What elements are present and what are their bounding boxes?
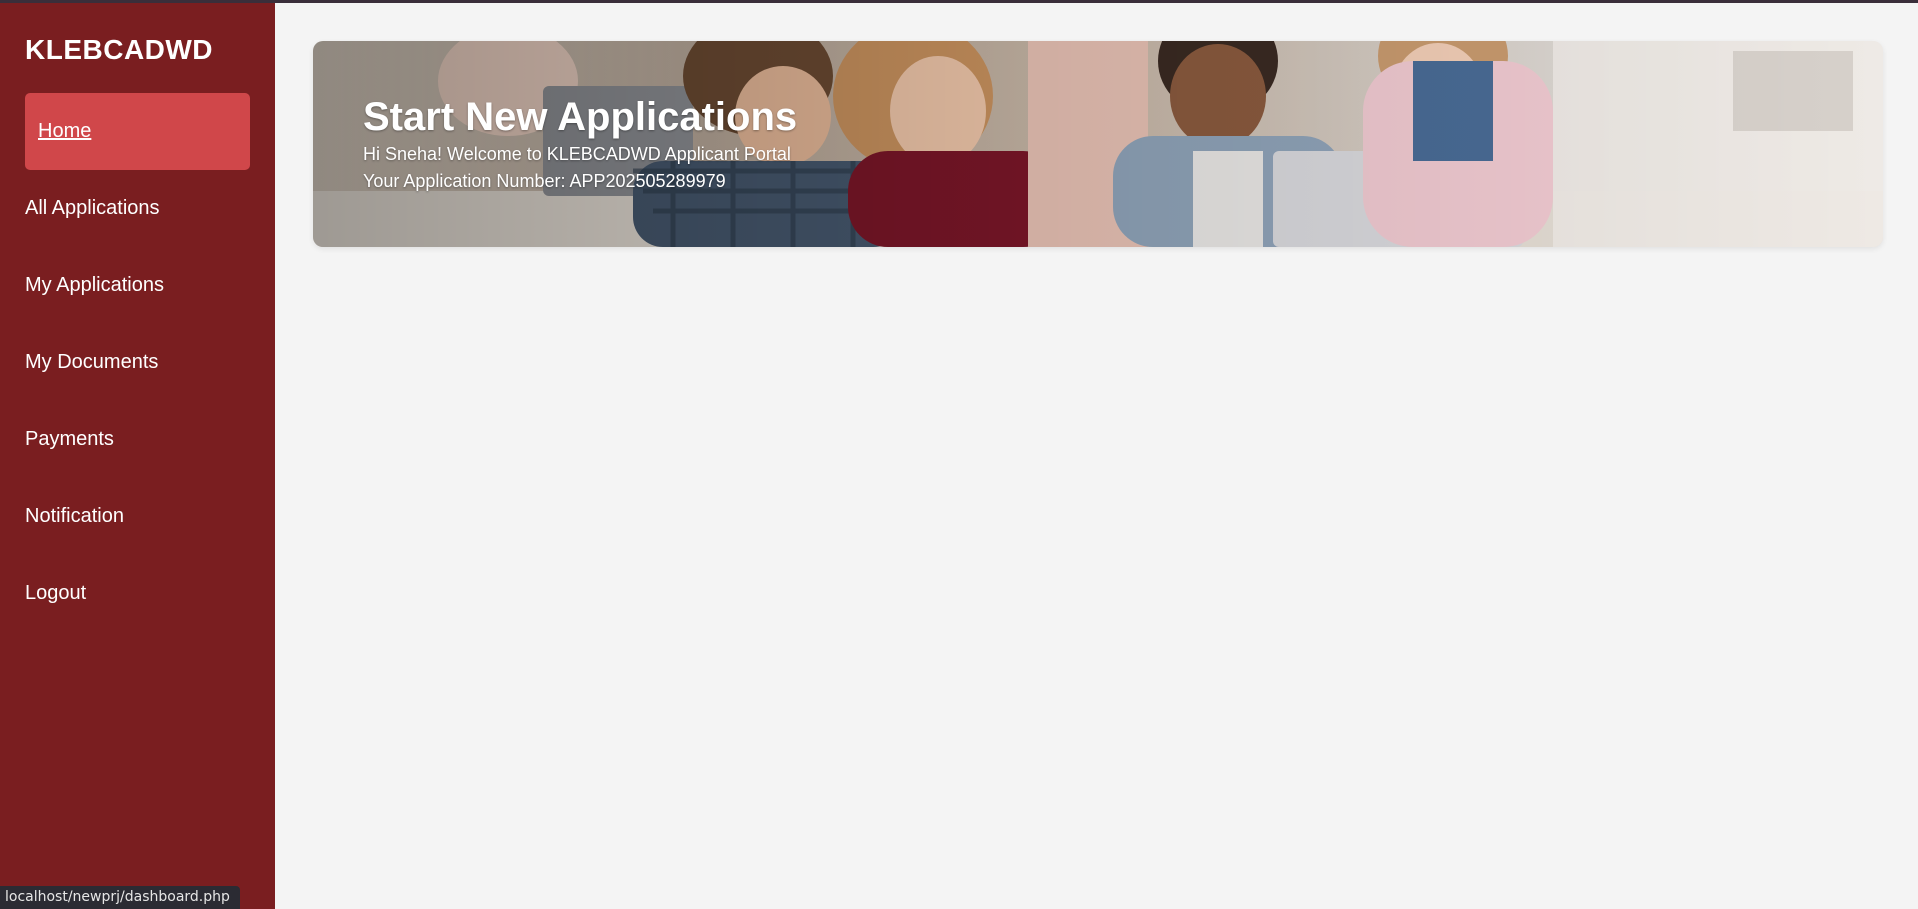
brand-logo-text: KLEBCADWD bbox=[25, 34, 214, 65]
sidebar-item-home[interactable]: Home bbox=[25, 93, 250, 170]
main-content: Start New Applications Hi Sneha! Welcome… bbox=[275, 3, 1918, 909]
sidebar-item-all-applications[interactable]: All Applications bbox=[25, 170, 250, 247]
window-top-border bbox=[0, 0, 1918, 3]
sidebar: KLEBCADWD Home All Applications My Appli… bbox=[0, 3, 275, 909]
sidebar-item-payments[interactable]: Payments bbox=[25, 401, 250, 478]
start-new-application-banner[interactable]: Start New Applications Hi Sneha! Welcome… bbox=[313, 41, 1883, 247]
application-number: Your Application Number: APP202505289979 bbox=[363, 171, 726, 191]
welcome-message: Hi Sneha! Welcome to KLEBCADWD Applicant… bbox=[363, 144, 791, 164]
sidebar-item-my-documents[interactable]: My Documents bbox=[25, 324, 250, 401]
sidebar-item-notification[interactable]: Notification bbox=[25, 478, 250, 555]
sidebar-item-logout[interactable]: Logout bbox=[25, 555, 250, 632]
banner-title: Start New Applications bbox=[363, 95, 798, 139]
banner-text-block: Start New Applications Hi Sneha! Welcome… bbox=[363, 93, 797, 195]
sidebar-item-my-applications[interactable]: My Applications bbox=[25, 247, 250, 324]
browser-status-url: localhost/newprj/dashboard.php bbox=[0, 886, 240, 909]
